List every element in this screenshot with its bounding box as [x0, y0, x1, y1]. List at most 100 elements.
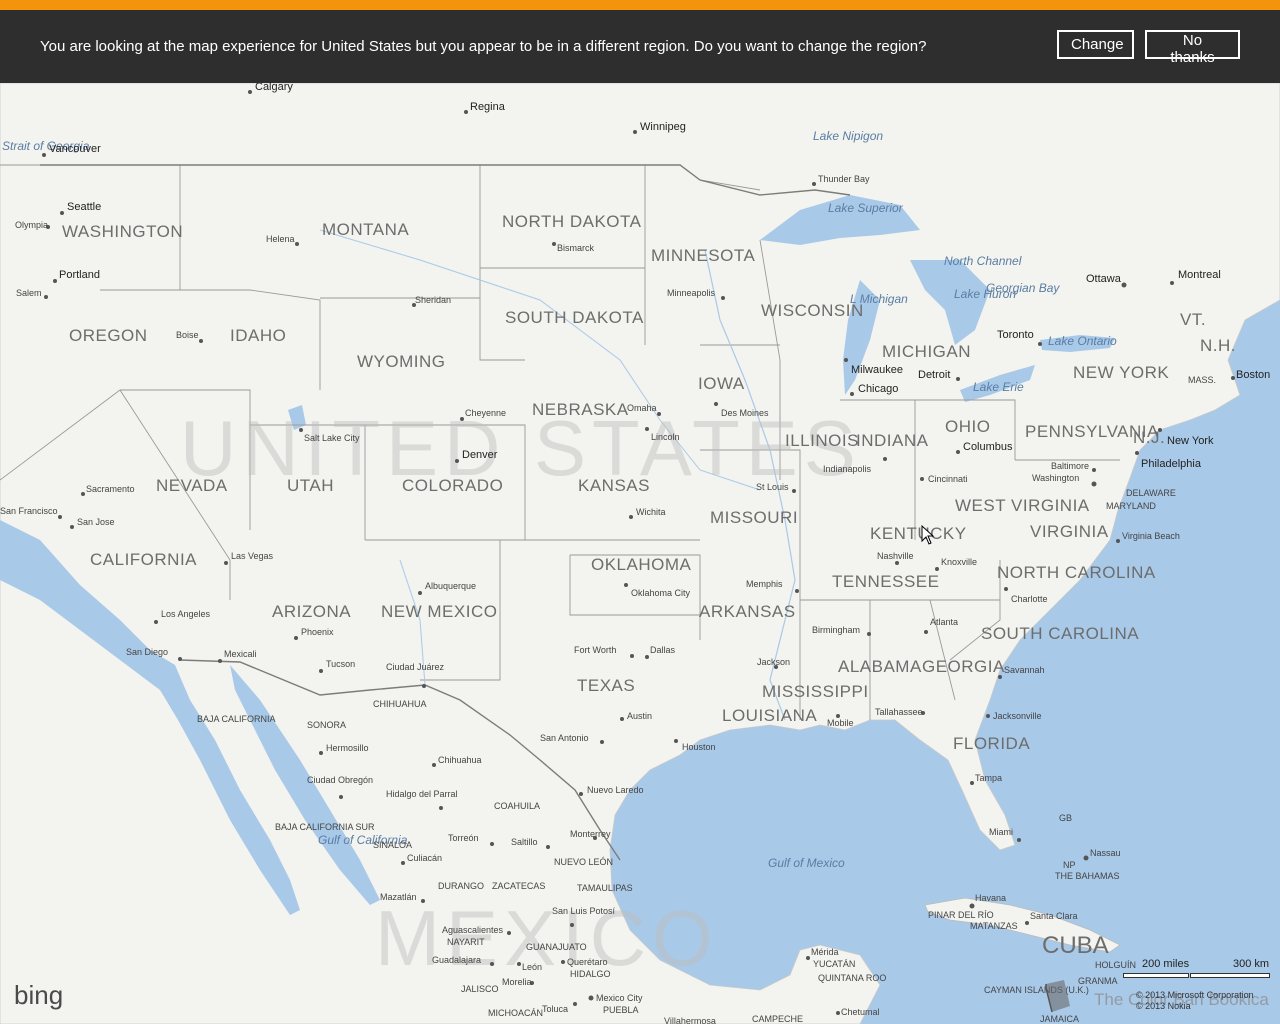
label-city: Oklahoma City: [631, 588, 691, 598]
label-city: Miami: [989, 827, 1013, 837]
label-city: Minneapolis: [667, 288, 716, 298]
label-region: JALISCO: [461, 984, 499, 994]
label-state: NORTH DAKOTA: [502, 212, 642, 231]
label-city: Santa Clara: [1030, 911, 1078, 921]
label-city: San Diego: [126, 647, 168, 657]
label-region: GUANAJUATO: [526, 942, 587, 952]
label-state: INDIANA: [856, 431, 929, 450]
label-state: WASHINGTON: [62, 222, 183, 241]
label-city: Sheridan: [415, 295, 451, 305]
label-city: Salt Lake City: [304, 433, 360, 443]
label-city: Cincinnati: [928, 474, 968, 484]
label-city: Chicago: [858, 383, 898, 395]
label-city: Tallahassee: [875, 707, 923, 717]
change-region-button[interactable]: Change: [1057, 30, 1134, 59]
label-city: Querétaro: [567, 957, 608, 967]
label-city: Savannah: [1004, 665, 1045, 675]
label-city: Charlotte: [1011, 594, 1048, 604]
scale-bar-km: [1190, 973, 1270, 978]
label-region: MICHOACÁN: [488, 1008, 543, 1018]
label-state: TENNESSEE: [832, 572, 939, 591]
label-city: León: [522, 962, 542, 972]
label-city: Montreal: [1178, 269, 1221, 281]
copyright-microsoft: © 2013 Microsoft Corporation: [1136, 990, 1254, 1000]
label-city: Denver: [462, 449, 498, 461]
label-state: OREGON: [69, 326, 148, 345]
label-state: SOUTH DAKOTA: [505, 308, 644, 327]
label-water: Lake Erie: [973, 380, 1024, 394]
label-city: Thunder Bay: [818, 174, 870, 184]
label-city: San Antonio: [540, 733, 589, 743]
label-city: Knoxville: [941, 557, 977, 567]
label-region: NAYARIT: [447, 937, 485, 947]
label-city: Fort Worth: [574, 645, 616, 655]
label-state: NORTH CAROLINA: [997, 563, 1156, 582]
map-canvas[interactable]: UNITED STATES MEXICO CUBA MONTANA NORTH …: [0, 0, 1280, 1024]
label-city: Atlanta: [930, 617, 958, 627]
label-state: WISCONSIN: [761, 301, 864, 320]
label-state: NEVADA: [156, 476, 228, 495]
label-city: Columbus: [963, 441, 1013, 453]
label-region: COAHUILA: [494, 801, 540, 811]
label-region: ZACATECAS: [492, 881, 545, 891]
label-region: CHIHUAHUA: [373, 699, 427, 709]
label-state: MINNESOTA: [651, 246, 755, 265]
label-city: Helena: [266, 234, 295, 244]
label-city: Mobile: [827, 718, 854, 728]
label-city: Salem: [16, 288, 42, 298]
label-city: Chetumal: [841, 1007, 880, 1017]
label-city: Mérida: [811, 947, 839, 957]
book-icon: [1045, 980, 1070, 1013]
label-state: ALABAMA: [838, 657, 922, 676]
label-city: Milwaukee: [851, 364, 903, 376]
scale-km-label: 300 km: [1233, 958, 1270, 970]
label-water: Lake Huron: [954, 287, 1016, 301]
label-city: Vancouver: [49, 143, 101, 155]
label-region: TAMAULIPAS: [577, 883, 633, 893]
label-state: IDAHO: [230, 326, 286, 345]
bing-logo: bing: [14, 980, 64, 1010]
label-state: MONTANA: [322, 220, 409, 239]
label-city: New York: [1167, 435, 1214, 447]
label-city: Wichita: [636, 507, 666, 517]
label-state: GEORGIA: [922, 657, 1005, 676]
label-city: San Francisco: [0, 506, 58, 516]
label-city: Baltimore: [1051, 461, 1089, 471]
label-city: Nassau: [1090, 848, 1121, 858]
label-city: Winnipeg: [640, 121, 686, 133]
label-city: Austin: [627, 711, 652, 721]
label-city: Ottawa: [1086, 273, 1122, 285]
label-city: Torreón: [448, 833, 479, 843]
label-region: Villahermosa: [664, 1016, 716, 1024]
label-state: MICHIGAN: [882, 342, 971, 361]
label-city: Houston: [682, 742, 716, 752]
label-region: HOLGUÍN: [1095, 960, 1136, 970]
label-state: FLORIDA: [953, 734, 1030, 753]
label-region: DURANGO: [438, 881, 484, 891]
label-city: Regina: [470, 101, 506, 113]
scale-bar-miles: [1123, 973, 1189, 978]
accent-bar: [0, 0, 1280, 10]
label-city: Hermosillo: [326, 743, 369, 753]
label-city: Memphis: [746, 579, 783, 589]
no-thanks-button[interactable]: No thanks: [1145, 30, 1240, 66]
label-region: MATANZAS: [970, 921, 1018, 931]
label-city: Nuevo Laredo: [587, 785, 644, 795]
label-state: ARIZONA: [272, 602, 351, 621]
label-city: Washington: [1032, 473, 1079, 483]
label-city: San Luis Potosí: [552, 906, 616, 916]
label-city: Seattle: [67, 201, 101, 213]
label-city: Tucson: [326, 659, 355, 669]
label-region: GB: [1059, 813, 1072, 823]
label-region: PUEBLA: [603, 1005, 639, 1015]
label-city: Toluca: [542, 1004, 568, 1014]
mouse-cursor-icon: [921, 525, 935, 545]
label-city: Jacksonville: [993, 711, 1042, 721]
label-city: Detroit: [918, 369, 950, 381]
label-state: NEW YORK: [1073, 363, 1169, 382]
label-city: Guadalajara: [432, 955, 481, 965]
label-region: PINAR DEL RÍO: [928, 910, 994, 920]
label-state: WYOMING: [357, 352, 446, 371]
label-city: Hidalgo del Parral: [386, 789, 458, 799]
label-region: JAMAICA: [1040, 1014, 1079, 1024]
